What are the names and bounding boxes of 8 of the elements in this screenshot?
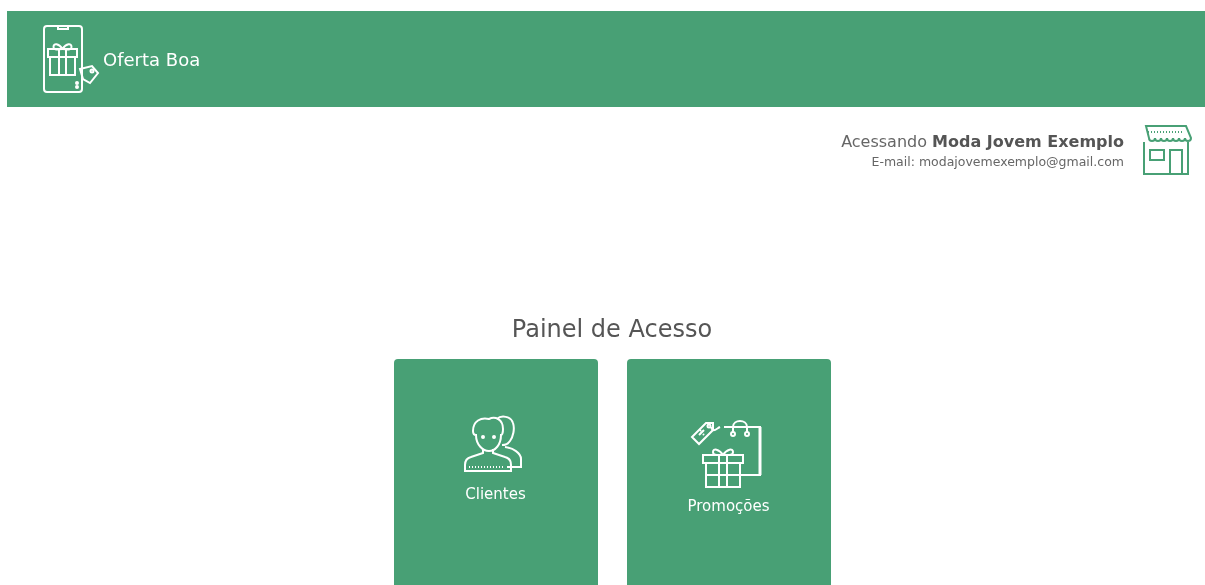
phone-gift-icon	[43, 25, 101, 93]
panel-title: Painel de Acesso	[511, 315, 713, 343]
promotions-card[interactable]: Promoções	[626, 359, 831, 585]
storefront-icon	[1140, 124, 1192, 176]
email-text: E-mail: modajovemexemplo@gmail.com	[871, 153, 1124, 169]
store-access-text: Acessando Moda Jovem Exemplo	[841, 131, 1124, 151]
clients-card[interactable]: Clientes	[393, 359, 598, 585]
brand-name: Oferta Boa	[103, 48, 201, 70]
